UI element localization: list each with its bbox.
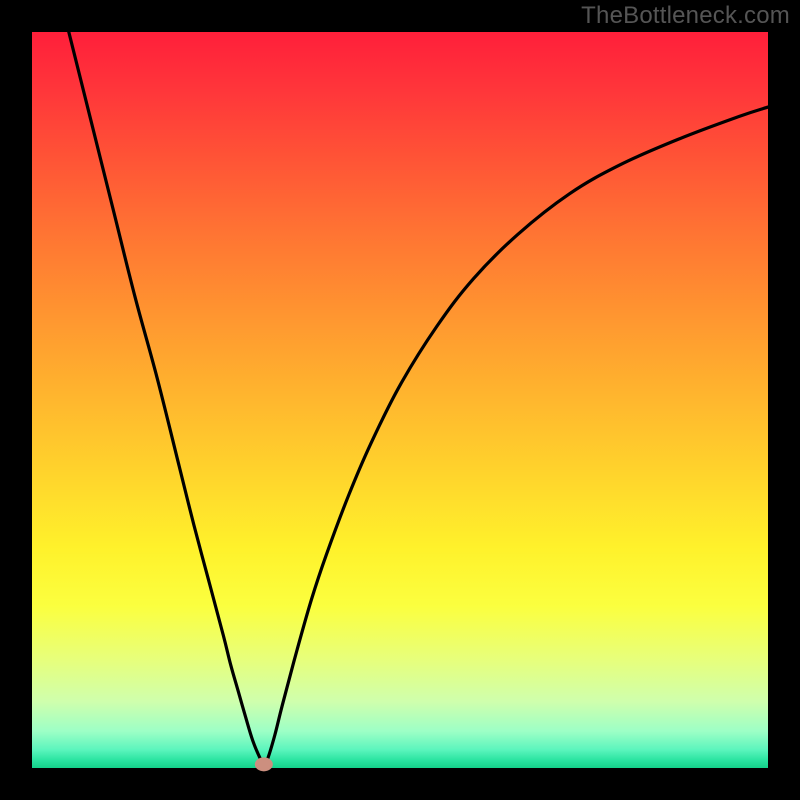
minimum-marker bbox=[255, 757, 273, 771]
watermark-text: TheBottleneck.com bbox=[581, 2, 790, 30]
plot-area bbox=[32, 32, 768, 768]
bottleneck-curve bbox=[69, 32, 768, 764]
chart-container: TheBottleneck.com bbox=[0, 0, 800, 800]
chart-svg bbox=[32, 32, 768, 768]
